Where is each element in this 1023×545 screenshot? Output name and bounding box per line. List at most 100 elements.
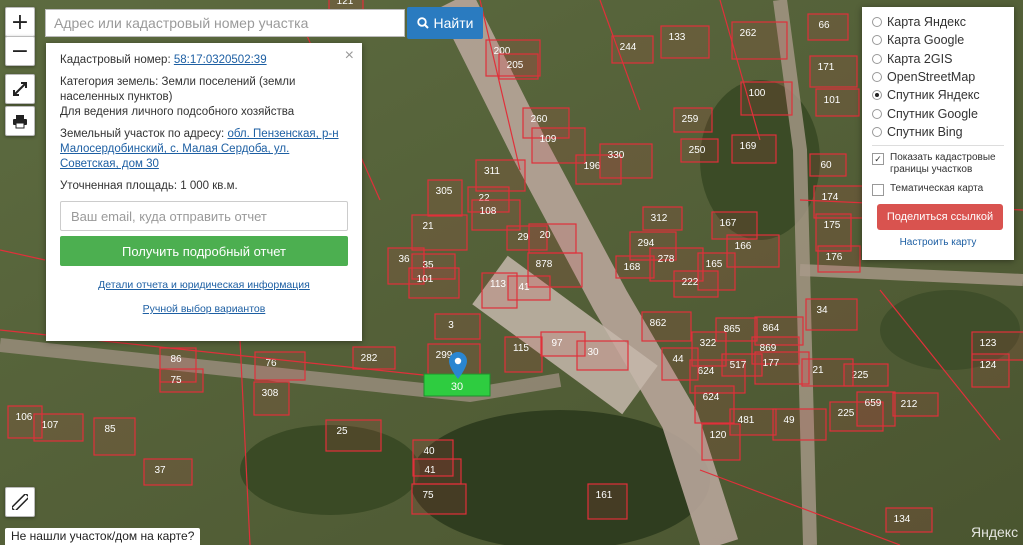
search-button-label: Найти xyxy=(433,15,474,31)
show-cadastral-checkbox[interactable]: ✓ Показать кадастровые границы участков xyxy=(872,152,1004,176)
search-input[interactable] xyxy=(45,9,405,37)
parcel-number-label: 244 xyxy=(620,42,637,53)
parcel-number-label: 176 xyxy=(826,252,843,263)
parcel-number-label: 624 xyxy=(698,366,715,377)
parcel-number-label: 3 xyxy=(448,320,454,331)
search-icon xyxy=(416,17,429,29)
parcel-number-label: 262 xyxy=(740,28,757,39)
parcel-number-label: 175 xyxy=(824,220,841,231)
thematic-map-label: Тематическая карта xyxy=(890,183,984,195)
area-value: 1 000 кв.м. xyxy=(180,180,238,192)
layer-option-label: Карта Яндекс xyxy=(887,15,966,30)
parcel-number-label: 85 xyxy=(104,424,116,435)
get-report-button[interactable]: Получить подробный отчет xyxy=(60,236,348,266)
parcel-number-label: 322 xyxy=(700,338,717,349)
layer-option[interactable]: Карта Яндекс xyxy=(872,13,1004,31)
search-button[interactable]: Найти xyxy=(407,7,483,39)
cadastral-parcel[interactable] xyxy=(434,313,481,340)
parcel-number-label: 34 xyxy=(816,305,828,316)
cadastral-parcel[interactable] xyxy=(411,483,467,515)
parcel-number-label: 878 xyxy=(536,259,553,270)
cadastral-parcel[interactable] xyxy=(528,223,577,254)
parcel-number-label: 121 xyxy=(337,0,354,7)
cadastral-parcel[interactable] xyxy=(576,340,629,371)
parcel-number-label: 312 xyxy=(651,213,668,224)
cadastral-parcel[interactable] xyxy=(772,408,827,441)
parcel-number-label: 517 xyxy=(730,360,747,371)
parcel-info-panel: × Кадастровый номер: 58:17:0320502:39 Ка… xyxy=(46,43,362,341)
parcel-number-label: 30 xyxy=(587,347,599,358)
parcel-number-label: 225 xyxy=(852,370,869,381)
parcel-number-label: 36 xyxy=(398,254,410,265)
parcel-number-label: 171 xyxy=(818,62,835,73)
parcel-number-label: 205 xyxy=(507,60,524,71)
zoom-out-button[interactable]: − xyxy=(5,36,35,66)
layer-option[interactable]: OpenStreetMap xyxy=(872,68,1004,86)
parcel-number-label: 113 xyxy=(490,279,506,290)
layer-option[interactable]: Карта 2GIS xyxy=(872,50,1004,68)
parcel-number-label: 25 xyxy=(336,426,348,437)
cadastral-number-link[interactable]: 58:17:0320502:39 xyxy=(174,54,267,66)
area-row: Уточненная площадь: 1 000 кв.м. xyxy=(60,179,348,194)
report-details-link[interactable]: Детали отчета и юридическая информация xyxy=(98,279,310,291)
parcel-number-label: 106 xyxy=(16,412,33,423)
not-found-link[interactable]: Не нашли участок/дом на карте? xyxy=(5,528,201,545)
cadastral-parcel[interactable] xyxy=(411,214,468,251)
zoom-in-button[interactable]: + xyxy=(5,7,35,37)
cadastral-parcel[interactable] xyxy=(801,358,854,387)
parcel-number-label: 168 xyxy=(624,262,641,273)
parcel-number-label: 165 xyxy=(706,259,723,270)
parcel-number-label: 167 xyxy=(720,218,737,229)
parcel-number-label: 41 xyxy=(518,282,530,293)
close-icon[interactable]: × xyxy=(345,47,354,65)
thematic-map-checkbox[interactable]: Тематическая карта xyxy=(872,183,1004,197)
parcel-number-label: 44 xyxy=(672,354,684,365)
cadastral-parcel[interactable] xyxy=(805,298,858,331)
parcel-number-label: 66 xyxy=(818,20,830,31)
layer-option-label: Спутник Google xyxy=(887,106,978,121)
layer-option[interactable]: Карта Google xyxy=(872,31,1004,49)
layer-option-label: Карта 2GIS xyxy=(887,51,953,66)
parcel-number-label: 101 xyxy=(417,274,434,285)
parcel-number-label: 222 xyxy=(682,277,699,288)
layer-option[interactable]: Спутник Яндекс xyxy=(872,86,1004,104)
parcel-number-label: 311 xyxy=(484,166,500,177)
cadastral-parcel[interactable] xyxy=(143,458,193,486)
selected-parcel-label: 30 xyxy=(451,381,463,393)
address-label: Земельный участок по адресу: xyxy=(60,128,225,140)
print-button[interactable] xyxy=(5,106,35,136)
cadastral-parcel[interactable] xyxy=(413,458,462,485)
parcel-number-label: 294 xyxy=(638,238,655,249)
layer-option[interactable]: Спутник Bing xyxy=(872,123,1004,141)
parcel-number-label: 166 xyxy=(735,241,752,252)
expand-icon xyxy=(13,82,27,96)
email-field[interactable] xyxy=(60,201,348,231)
cadastral-parcel[interactable] xyxy=(254,351,306,381)
parcel-number-label: 75 xyxy=(422,490,434,501)
parcel-number-label: 259 xyxy=(682,114,699,125)
parcel-number-label: 40 xyxy=(423,446,435,457)
layer-option-label: Спутник Яндекс xyxy=(887,88,980,103)
manual-selection-link[interactable]: Ручной выбор вариантов xyxy=(143,303,266,315)
parcel-number-label: 86 xyxy=(170,354,182,365)
layer-option-label: Карта Google xyxy=(887,33,965,48)
parcel-number-label: 29 xyxy=(517,232,529,243)
fullscreen-button[interactable] xyxy=(5,74,35,104)
parcel-number-label: 21 xyxy=(812,365,824,376)
parcel-number-label: 97 xyxy=(551,338,563,349)
parcel-number-label: 49 xyxy=(783,415,795,426)
share-link-button[interactable]: Поделиться ссылкой xyxy=(877,204,1003,231)
parcel-number-label: 862 xyxy=(650,318,667,329)
ruler-button[interactable] xyxy=(5,487,35,517)
setup-map-link[interactable]: Настроить карту xyxy=(900,237,977,248)
parcel-number-label: 134 xyxy=(894,514,911,525)
parcel-number-label: 133 xyxy=(669,32,686,43)
ruler-icon xyxy=(12,494,28,510)
parcel-number-label: 100 xyxy=(749,88,766,99)
layer-option[interactable]: Спутник Google xyxy=(872,104,1004,122)
parcel-number-label: 60 xyxy=(820,160,832,171)
parcel-number-label: 124 xyxy=(980,360,997,371)
show-cadastral-label: Показать кадастровые границы участков xyxy=(890,152,996,176)
cadastral-parcel[interactable] xyxy=(325,419,382,452)
parcel-number-label: 41 xyxy=(424,465,436,476)
